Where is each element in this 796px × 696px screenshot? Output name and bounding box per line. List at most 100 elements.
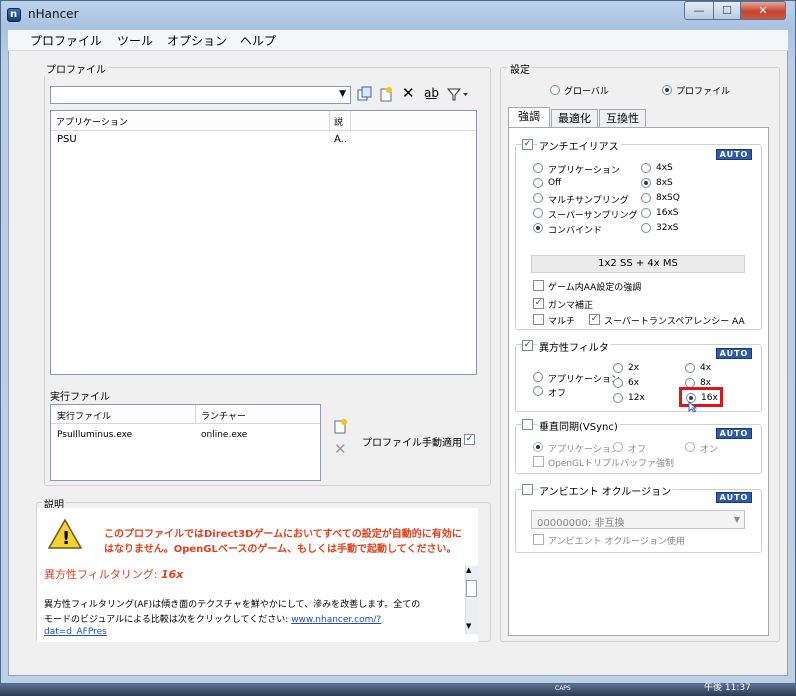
column-divider [329,111,330,130]
title-bar[interactable]: n nHancer — ☐ ✕ [0,0,796,30]
ingame-aa-checkbox[interactable] [533,280,544,291]
column-header-exec[interactable]: 実行ファイル [57,409,111,422]
description-body-line1: 異方性フィルタリング(AF)は傾き面のテクスチャを鮮やかにして、滲みを改善します… [44,600,421,610]
af-16x-label: 16x [701,393,718,403]
af-auto-badge[interactable]: AUTO [716,348,752,359]
exec-group-label: 実行ファイル [50,392,110,403]
aa-level-16xs-radio[interactable] [641,208,651,218]
delete-icon[interactable]: ✕ [402,86,415,101]
scope-profile-radio[interactable] [662,85,672,95]
af-label: 異方性フィルタ [537,339,611,354]
warning-icon: ! [47,518,83,553]
remove-exec-icon[interactable]: ✕ [334,440,347,458]
copy-icon[interactable] [357,86,373,105]
af-off-label: オフ [548,389,567,399]
vsync-app-label: アプリケーション [548,445,620,455]
aa-mode-super-label: スーパーサンプリング [548,211,638,221]
exec-row-file[interactable]: PsuIlluminus.exe [57,430,132,440]
tab-compat[interactable]: 互換性 [599,109,646,128]
af-4x-radio[interactable] [685,363,695,373]
vsync-checkbox[interactable] [522,419,533,430]
aa-level-32xs-radio[interactable] [641,223,651,233]
menu-options[interactable]: オプション [167,32,227,49]
add-exec-icon[interactable] [333,418,349,437]
ao-use-checkbox[interactable] [533,534,544,545]
description-link-continued[interactable]: dat=d_AFPres [44,627,107,637]
tab-optimize[interactable]: 最適化 [551,109,598,128]
aa-mode-app-label: アプリケーション [548,166,620,176]
aa-mode-multi-radio[interactable] [533,193,543,203]
table-row-desc[interactable]: A.. [334,134,347,145]
gamma-checkbox[interactable]: ✓ [533,298,544,309]
vsync-label: 垂直同期(VSync) [537,418,620,433]
scroll-down-icon[interactable]: ▼ [466,622,471,630]
filter-icon[interactable] [446,86,469,105]
aa-level-4xs-label: 4xS [656,163,673,173]
aa-mode-combined-label: コンバインド [548,226,603,236]
maximize-button[interactable]: ☐ [713,1,741,20]
manual-apply-checkbox[interactable]: ✓ [464,434,475,445]
af-12x-radio[interactable] [613,393,623,403]
af-6x-radio[interactable] [613,378,623,388]
column-header-description[interactable]: 説 [334,115,343,128]
taskbar [0,684,796,696]
menu-profile[interactable]: プロファイル [30,32,102,49]
triple-buffer-checkbox[interactable] [533,456,544,467]
aa-auto-badge[interactable]: AUTO [716,149,752,160]
af-2x-radio[interactable] [613,363,623,373]
close-button[interactable]: ✕ [740,1,786,20]
aa-level-8xs-radio[interactable] [641,178,651,188]
af-off-radio[interactable] [533,386,543,396]
scroll-up-icon[interactable]: ▲ [466,566,471,574]
ao-auto-badge[interactable]: AUTO [716,492,752,503]
menu-help[interactable]: ヘルプ [240,32,276,49]
minimize-button[interactable]: — [684,1,714,20]
gamma-label: ガンマ補正 [548,301,594,311]
aa-mode-off-radio[interactable] [533,178,543,188]
column-divider [350,111,351,130]
aa-checkbox[interactable]: ✓ [522,139,533,150]
profile-select[interactable]: ▼ [50,86,351,104]
vsync-app-radio[interactable] [533,442,543,452]
transparency-super-checkbox[interactable]: ✓ [589,314,600,325]
description-body-line2: モードのビジュアルによる比較は次をクリックしてください: www.nhancer… [44,612,381,625]
scrollbar-thumb[interactable] [466,580,477,597]
scope-profile-label: プロファイル [676,87,731,97]
aa-level-8xsq-radio[interactable] [641,193,651,203]
af-app-radio[interactable] [533,372,543,382]
ao-checkbox[interactable] [522,484,533,495]
rename-icon[interactable]: a͟b [424,86,439,100]
description-link[interactable]: www.nhancer.com/? [291,615,381,625]
tab-enhance[interactable]: 強調 [508,107,550,128]
description-heading-text: 異方性フィルタリング: [44,568,161,581]
aa-level-32xs-label: 32xS [656,223,679,233]
new-profile-icon[interactable] [378,86,394,105]
aa-level-4xs-radio[interactable] [641,163,651,173]
scope-global-radio[interactable] [550,85,560,95]
vsync-on-radio[interactable] [685,442,695,452]
profile-list[interactable] [50,110,477,375]
exec-row-launcher[interactable]: online.exe [201,430,247,440]
menu-tools[interactable]: ツール [117,32,153,49]
scope-global-label: グローバル [564,87,609,97]
window-title: nHancer [28,7,79,21]
ao-select[interactable]: 00000000: 非互換 ▼ [531,510,745,529]
chevron-down-icon: ▼ [339,89,346,99]
af-checkbox[interactable]: ✓ [522,340,533,351]
transparency-multi-checkbox[interactable] [533,314,544,325]
aa-mode-super-radio[interactable] [533,208,543,218]
description-body-line2-text: モードのビジュアルによる比較は次をクリックしてください: [44,615,292,625]
table-row-app[interactable]: PSU [57,134,77,145]
af-2x-label: 2x [628,363,640,373]
af-12x-label: 12x [628,393,645,403]
ao-select-value: 00000000: 非互換 [537,518,625,529]
column-divider [195,405,196,423]
vsync-auto-badge[interactable]: AUTO [716,428,752,439]
vsync-off-radio[interactable] [613,442,623,452]
column-header-application[interactable]: アプリケーション [56,115,128,128]
aa-mode-app-radio[interactable] [533,163,543,173]
column-header-launcher[interactable]: ランチャー [201,409,246,422]
aa-level-8xsq-label: 8xSQ [656,193,680,203]
aa-mode-off-label: Off [548,178,562,188]
aa-mode-combined-radio[interactable] [533,223,543,233]
